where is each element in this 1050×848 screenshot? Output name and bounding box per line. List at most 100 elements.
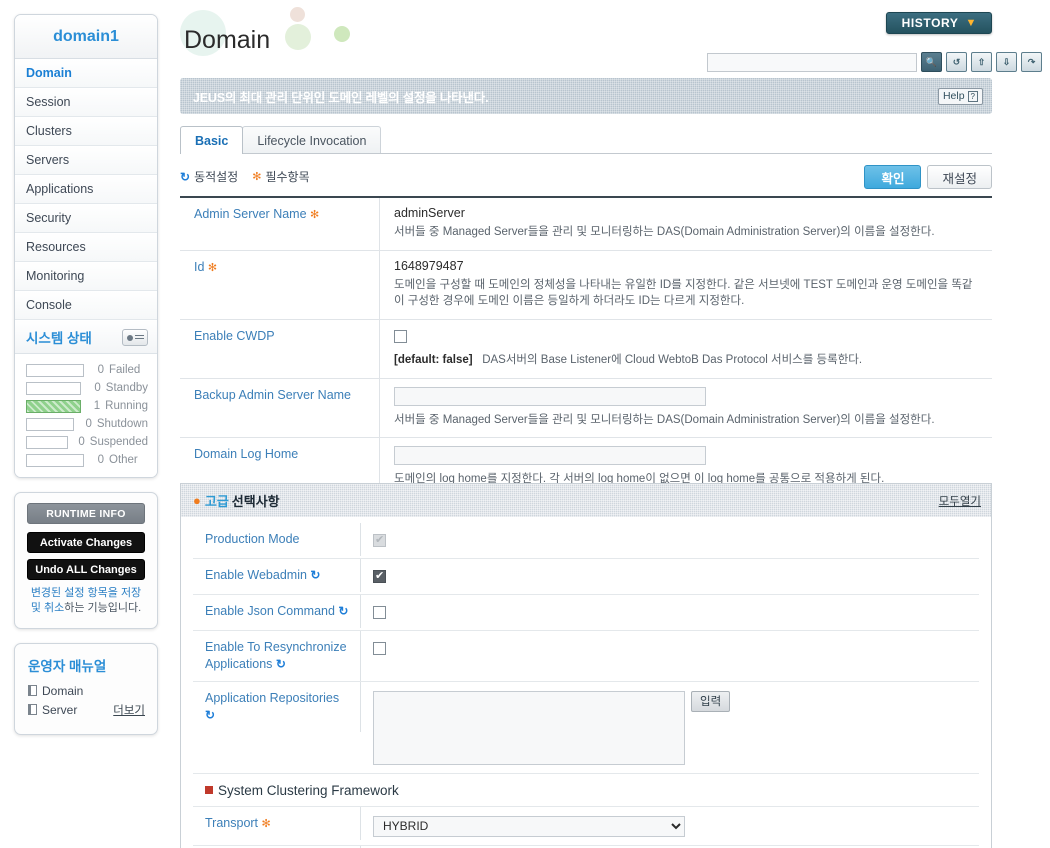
monitor-view-icon[interactable]: [122, 328, 148, 346]
field-label: Enable Json Command ↻: [193, 595, 361, 628]
legend-dynamic-label: 동적설정: [194, 170, 239, 184]
sidebar-item-session[interactable]: Session: [15, 88, 157, 117]
manual-more-link[interactable]: 더보기: [113, 702, 145, 718]
status-count: 1: [93, 400, 101, 412]
field-label-text: Enable CWDP: [194, 329, 275, 344]
status-label: Other: [109, 454, 138, 466]
enable-webadmin-checkbox[interactable]: [373, 569, 386, 584]
section-title-system-clustering-framework: System Clustering Framework: [193, 774, 979, 807]
system-status-header: 시스템 상태: [15, 320, 157, 354]
backup-admin-server-name-input[interactable]: [394, 386, 706, 406]
advanced-title-rest: 선택사항: [231, 494, 280, 509]
sidebar-item-security[interactable]: Security: [15, 204, 157, 233]
field-description: 서버들 중 Managed Server들을 관리 및 모니터링하는 DAS(D…: [394, 226, 935, 238]
manual-item-domain[interactable]: Domain: [28, 684, 145, 698]
refresh-icon[interactable]: ↺: [946, 52, 967, 72]
sidebar-item-applications[interactable]: Applications: [15, 175, 157, 204]
decor-bubble: [290, 7, 305, 22]
undo-all-changes-button[interactable]: Undo ALL Changes: [27, 559, 145, 580]
status-bar: [26, 435, 68, 449]
legend-required: ✻ 필수항목: [252, 168, 309, 185]
field-label-text: Transport: [205, 815, 259, 830]
activate-changes-button[interactable]: Activate Changes: [27, 532, 145, 553]
advanced-panel-body: Production Mode Enable Webadmin ↻: [181, 517, 991, 848]
status-bar: [26, 363, 84, 377]
required-asterisk-icon: ✻: [207, 261, 218, 274]
decor-bubble: [285, 24, 311, 50]
status-count: 0: [94, 382, 101, 394]
advanced-title-key: 고급: [204, 494, 229, 509]
tab-lifecycle-invocation[interactable]: Lifecycle Invocation: [242, 126, 382, 154]
xml-upload-icon[interactable]: ⇧: [971, 52, 992, 72]
required-asterisk-icon: ✻: [261, 817, 271, 830]
sidebar-item-clusters[interactable]: Clusters: [15, 117, 157, 146]
search-icon[interactable]: 🔍: [921, 52, 942, 72]
manual-item-server[interactable]: Server 더보기: [28, 702, 145, 718]
runtime-info-button[interactable]: RUNTIME INFO: [27, 503, 145, 524]
production-mode-checkbox: [373, 533, 386, 548]
status-bar: [26, 417, 74, 431]
table-row: Production Mode: [193, 523, 979, 559]
status-bar: [26, 381, 82, 395]
enable-cwdp-checkbox[interactable]: [394, 330, 407, 344]
status-count: 0: [97, 454, 104, 466]
domain-log-home-input[interactable]: [394, 446, 706, 466]
tab-bar: Basic Lifecycle Invocation: [180, 126, 382, 154]
status-label: Shutdown: [96, 418, 148, 430]
field-label-text: Application Repositories: [205, 690, 340, 705]
manual-title: 운영자 매뉴얼: [28, 658, 107, 674]
document-icon: [28, 704, 37, 716]
history-button[interactable]: HISTORY ▼: [885, 12, 992, 34]
legend-required-label: 필수항목: [265, 170, 310, 184]
field-label: Enable CWDP: [180, 320, 380, 378]
field-label: Production Mode: [193, 523, 361, 556]
history-label: HISTORY: [901, 16, 959, 30]
sidebar-item-console[interactable]: Console: [15, 291, 157, 320]
help-button[interactable]: Help ?: [937, 87, 983, 105]
field-label: Backup Admin Server Name: [180, 378, 380, 438]
sync-icon: ↻: [338, 604, 349, 618]
legend: ↻ 동적설정 ✻ 필수항목: [180, 168, 310, 185]
controls-note-rest: 하는 기능입니다.: [64, 601, 142, 614]
table-row: Enable Webadmin ↻: [193, 559, 979, 595]
field-description-text: DAS서버의 Base Listener에 Cloud WebtoB Das P…: [482, 354, 863, 367]
field-value: adminServer 서버들 중 Managed Server들을 관리 및 …: [380, 198, 992, 250]
transport-select[interactable]: HYBRID TCP UDP: [373, 815, 685, 837]
application-repositories-input-button[interactable]: 입력: [691, 690, 731, 712]
field-static-value: 1648979487: [394, 258, 464, 273]
manual-item-label: Domain: [42, 683, 84, 698]
table-row: Enable Json Command ↻: [193, 595, 979, 631]
pin-icon: ●: [193, 493, 201, 508]
sidebar-manual-card: 운영자 매뉴얼 Domain Server 더보기: [14, 642, 158, 735]
confirm-button[interactable]: 확인: [864, 165, 922, 189]
sidebar-item-domain[interactable]: Domain: [15, 59, 157, 88]
field-label: Transport ✻: [193, 806, 361, 840]
field-label: Application Repositories ↻: [193, 681, 361, 732]
app-root: domain1 Domain Session Clusters Servers …: [0, 0, 1050, 848]
info-banner-text: JEUS의 최대 관리 단위인 도메인 레벨의 설정을 나타낸다.: [193, 90, 489, 105]
tab-rule: [180, 153, 992, 154]
application-repositories-textarea[interactable]: [373, 690, 685, 765]
chevron-down-icon: ▼: [965, 17, 977, 29]
xml-download-icon[interactable]: ⇩: [996, 52, 1017, 72]
advanced-panel: ● 고급 선택사항 모두열기 Production Mode Enable We: [180, 483, 992, 848]
tab-basic[interactable]: Basic: [180, 126, 244, 154]
field-label-text: Id: [194, 259, 205, 274]
enable-to-resynchronize-applications-checkbox[interactable]: [373, 642, 386, 656]
sidebar-item-monitoring[interactable]: Monitoring: [15, 262, 157, 291]
table-row: Backup Admin Server Name 서버들 중 Managed S…: [180, 378, 992, 439]
enable-json-command-checkbox[interactable]: [373, 606, 386, 620]
status-label: Standby: [105, 382, 148, 394]
open-all-link[interactable]: 모두열기: [939, 493, 981, 509]
field-default-label: [default: false]: [394, 354, 473, 367]
search-input[interactable]: [707, 52, 917, 72]
sidebar-item-servers[interactable]: Servers: [15, 146, 157, 175]
restore-icon[interactable]: ↷: [1021, 52, 1042, 72]
sidebar-nav-card: domain1 Domain Session Clusters Servers …: [14, 14, 158, 478]
sidebar-item-resources[interactable]: Resources: [15, 233, 157, 262]
table-row: Enable To Resynchronize Applications ↻: [193, 631, 979, 682]
reset-button[interactable]: 재설정: [927, 165, 992, 189]
table-row: Admin Server Name ✻ adminServer 서버들 중 Ma…: [180, 198, 992, 251]
document-icon: [28, 685, 37, 697]
status-row: 0 Standby: [26, 379, 148, 397]
